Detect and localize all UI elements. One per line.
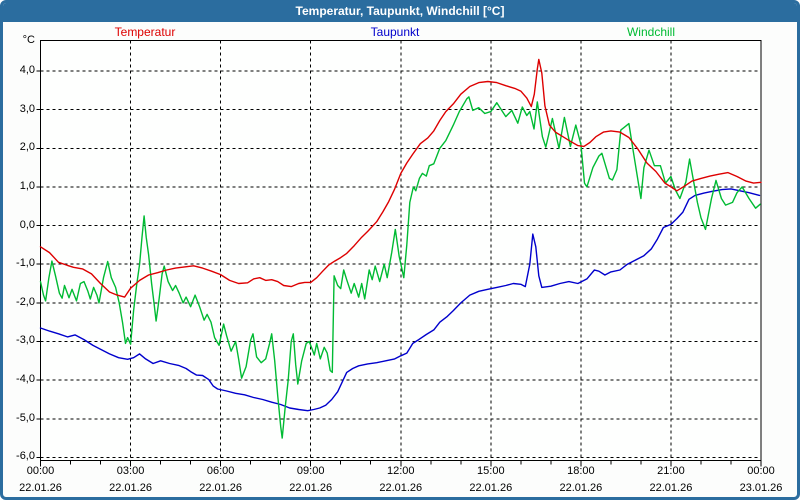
x-tick-time-label: 18:00	[551, 465, 611, 477]
x-tick-date-label: 22.01.26	[101, 482, 161, 494]
y-tick-label: 3,0	[0, 103, 35, 115]
x-tick-time-label: 06:00	[191, 465, 251, 477]
chart-canvas	[0, 0, 800, 500]
x-tick-time-label: 12:00	[371, 465, 431, 477]
x-tick-date-label: 23.01.26	[731, 482, 791, 494]
x-tick-date-label: 22.01.26	[191, 482, 251, 494]
y-tick-label: -5,0	[0, 412, 35, 424]
x-tick-date-label: 22.01.26	[461, 482, 521, 494]
app-window: Temperatur, Taupunkt, Windchill [°C] Tem…	[0, 0, 800, 500]
x-tick-time-label: 15:00	[461, 465, 521, 477]
y-tick-label: 4,0	[0, 64, 35, 76]
x-tick-time-label: 21:00	[641, 465, 701, 477]
x-tick-date-label: 22.01.26	[551, 482, 611, 494]
y-tick-label: -1,0	[0, 257, 35, 269]
x-tick-date-label: 22.01.26	[281, 482, 341, 494]
x-tick-time-label: 00:00	[731, 465, 791, 477]
x-tick-date-label: 22.01.26	[641, 482, 701, 494]
y-tick-label: -3,0	[0, 334, 35, 346]
y-tick-label: -2,0	[0, 296, 35, 308]
y-tick-label: 0,0	[0, 219, 35, 231]
y-tick-label: -4,0	[0, 373, 35, 385]
y-tick-label: 1,0	[0, 180, 35, 192]
y-tick-label: 2,0	[0, 141, 35, 153]
x-tick-time-label: 00:00	[11, 465, 71, 477]
window-content: Temperatur, Taupunkt, Windchill [°C] Tem…	[0, 0, 800, 500]
x-tick-date-label: 22.01.26	[11, 482, 71, 494]
x-tick-time-label: 09:00	[281, 465, 341, 477]
x-tick-time-label: 03:00	[101, 465, 161, 477]
x-tick-date-label: 22.01.26	[371, 482, 431, 494]
y-tick-label: -6,0	[0, 450, 35, 462]
